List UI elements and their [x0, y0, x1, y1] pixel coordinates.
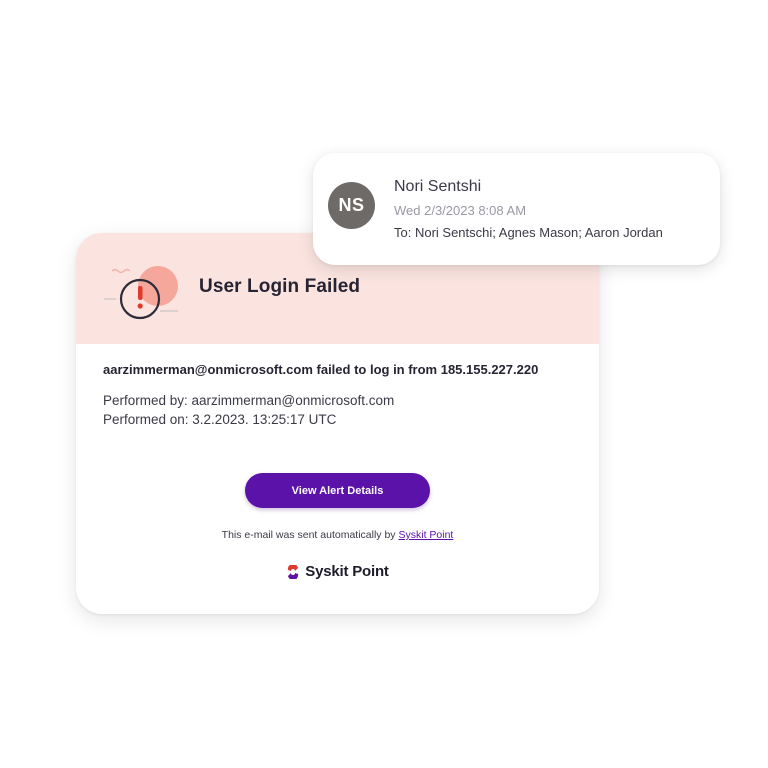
syskit-logo-icon [288, 564, 299, 579]
sender-name: Nori Sentshi [394, 178, 482, 195]
alert-message: aarzimmerman@onmicrosoft.com failed to l… [103, 362, 539, 377]
alert-meta: Performed by: aarzimmerman@onmicrosoft.c… [103, 391, 573, 429]
stage: User Login Failed aarzimmerman@onmicroso… [0, 0, 768, 768]
syskit-point-link[interactable]: Syskit Point [398, 529, 453, 541]
warning-icon [104, 266, 178, 320]
footer-text: This e-mail was sent automatically by [221, 529, 399, 541]
alert-title: User Login Failed [199, 276, 361, 297]
email-body: aarzimmerman@onmicrosoft.com failed to l… [103, 360, 573, 429]
sender-card: NS Nori Sentshi Wed 2/3/2023 8:08 AM To:… [313, 153, 720, 265]
avatar: NS [328, 182, 375, 229]
email-card: User Login Failed aarzimmerman@onmicroso… [76, 233, 599, 614]
sent-date: Wed 2/3/2023 8:08 AM [394, 203, 527, 218]
brand-logo: Syskit Point [76, 563, 599, 580]
recipients: To: Nori Sentschi; Agnes Mason; Aaron Jo… [394, 225, 663, 240]
performed-on: Performed on: 3.2.2023. 13:25:17 UTC [103, 412, 337, 427]
performed-by: Performed by: aarzimmerman@onmicrosoft.c… [103, 393, 395, 408]
brand-name: Syskit Point [305, 563, 389, 580]
view-alert-details-button[interactable]: View Alert Details [245, 473, 430, 508]
footer-note: This e-mail was sent automatically by Sy… [76, 529, 599, 541]
